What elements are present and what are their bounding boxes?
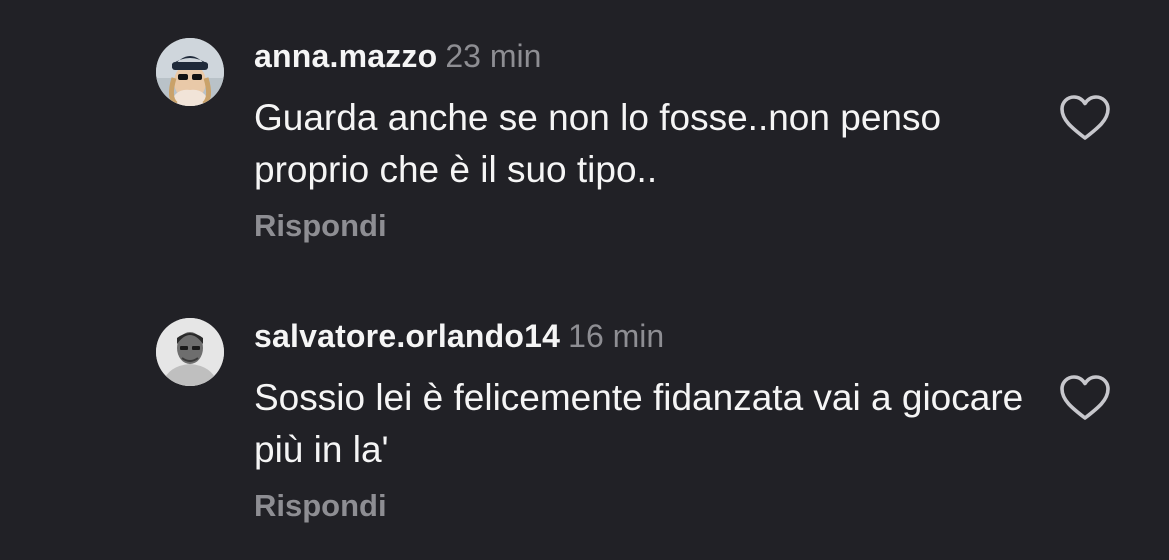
avatar[interactable]: [156, 318, 224, 386]
comment-item: salvatore.orlando14 16 min Sossio lei è f…: [0, 280, 1169, 560]
comment-header: salvatore.orlando14 16 min: [254, 316, 664, 356]
reply-button[interactable]: Rispondi: [254, 208, 387, 244]
comment-timestamp: 16 min: [568, 318, 665, 354]
comment-text: Guarda anche se non lo fosse..non penso …: [254, 97, 942, 190]
username[interactable]: salvatore.orlando14: [254, 318, 560, 354]
comment-header: anna.mazzo 23 min: [254, 36, 541, 76]
user-avatar-photo-icon: [156, 318, 224, 386]
like-button[interactable]: [1058, 94, 1112, 142]
user-avatar-photo-icon: [156, 38, 224, 106]
comment-text: Sossio lei è felicemente fidanzata vai a…: [254, 377, 1024, 470]
heart-outline-icon: [1060, 95, 1110, 140]
heart-outline-icon: [1060, 375, 1110, 420]
like-button[interactable]: [1058, 374, 1112, 422]
reply-button[interactable]: Rispondi: [254, 488, 387, 524]
comment-item: anna.mazzo 23 min Guarda anche se non lo …: [0, 0, 1169, 280]
avatar[interactable]: [156, 38, 224, 106]
comment-timestamp: 23 min: [445, 38, 542, 74]
username[interactable]: anna.mazzo: [254, 38, 437, 74]
